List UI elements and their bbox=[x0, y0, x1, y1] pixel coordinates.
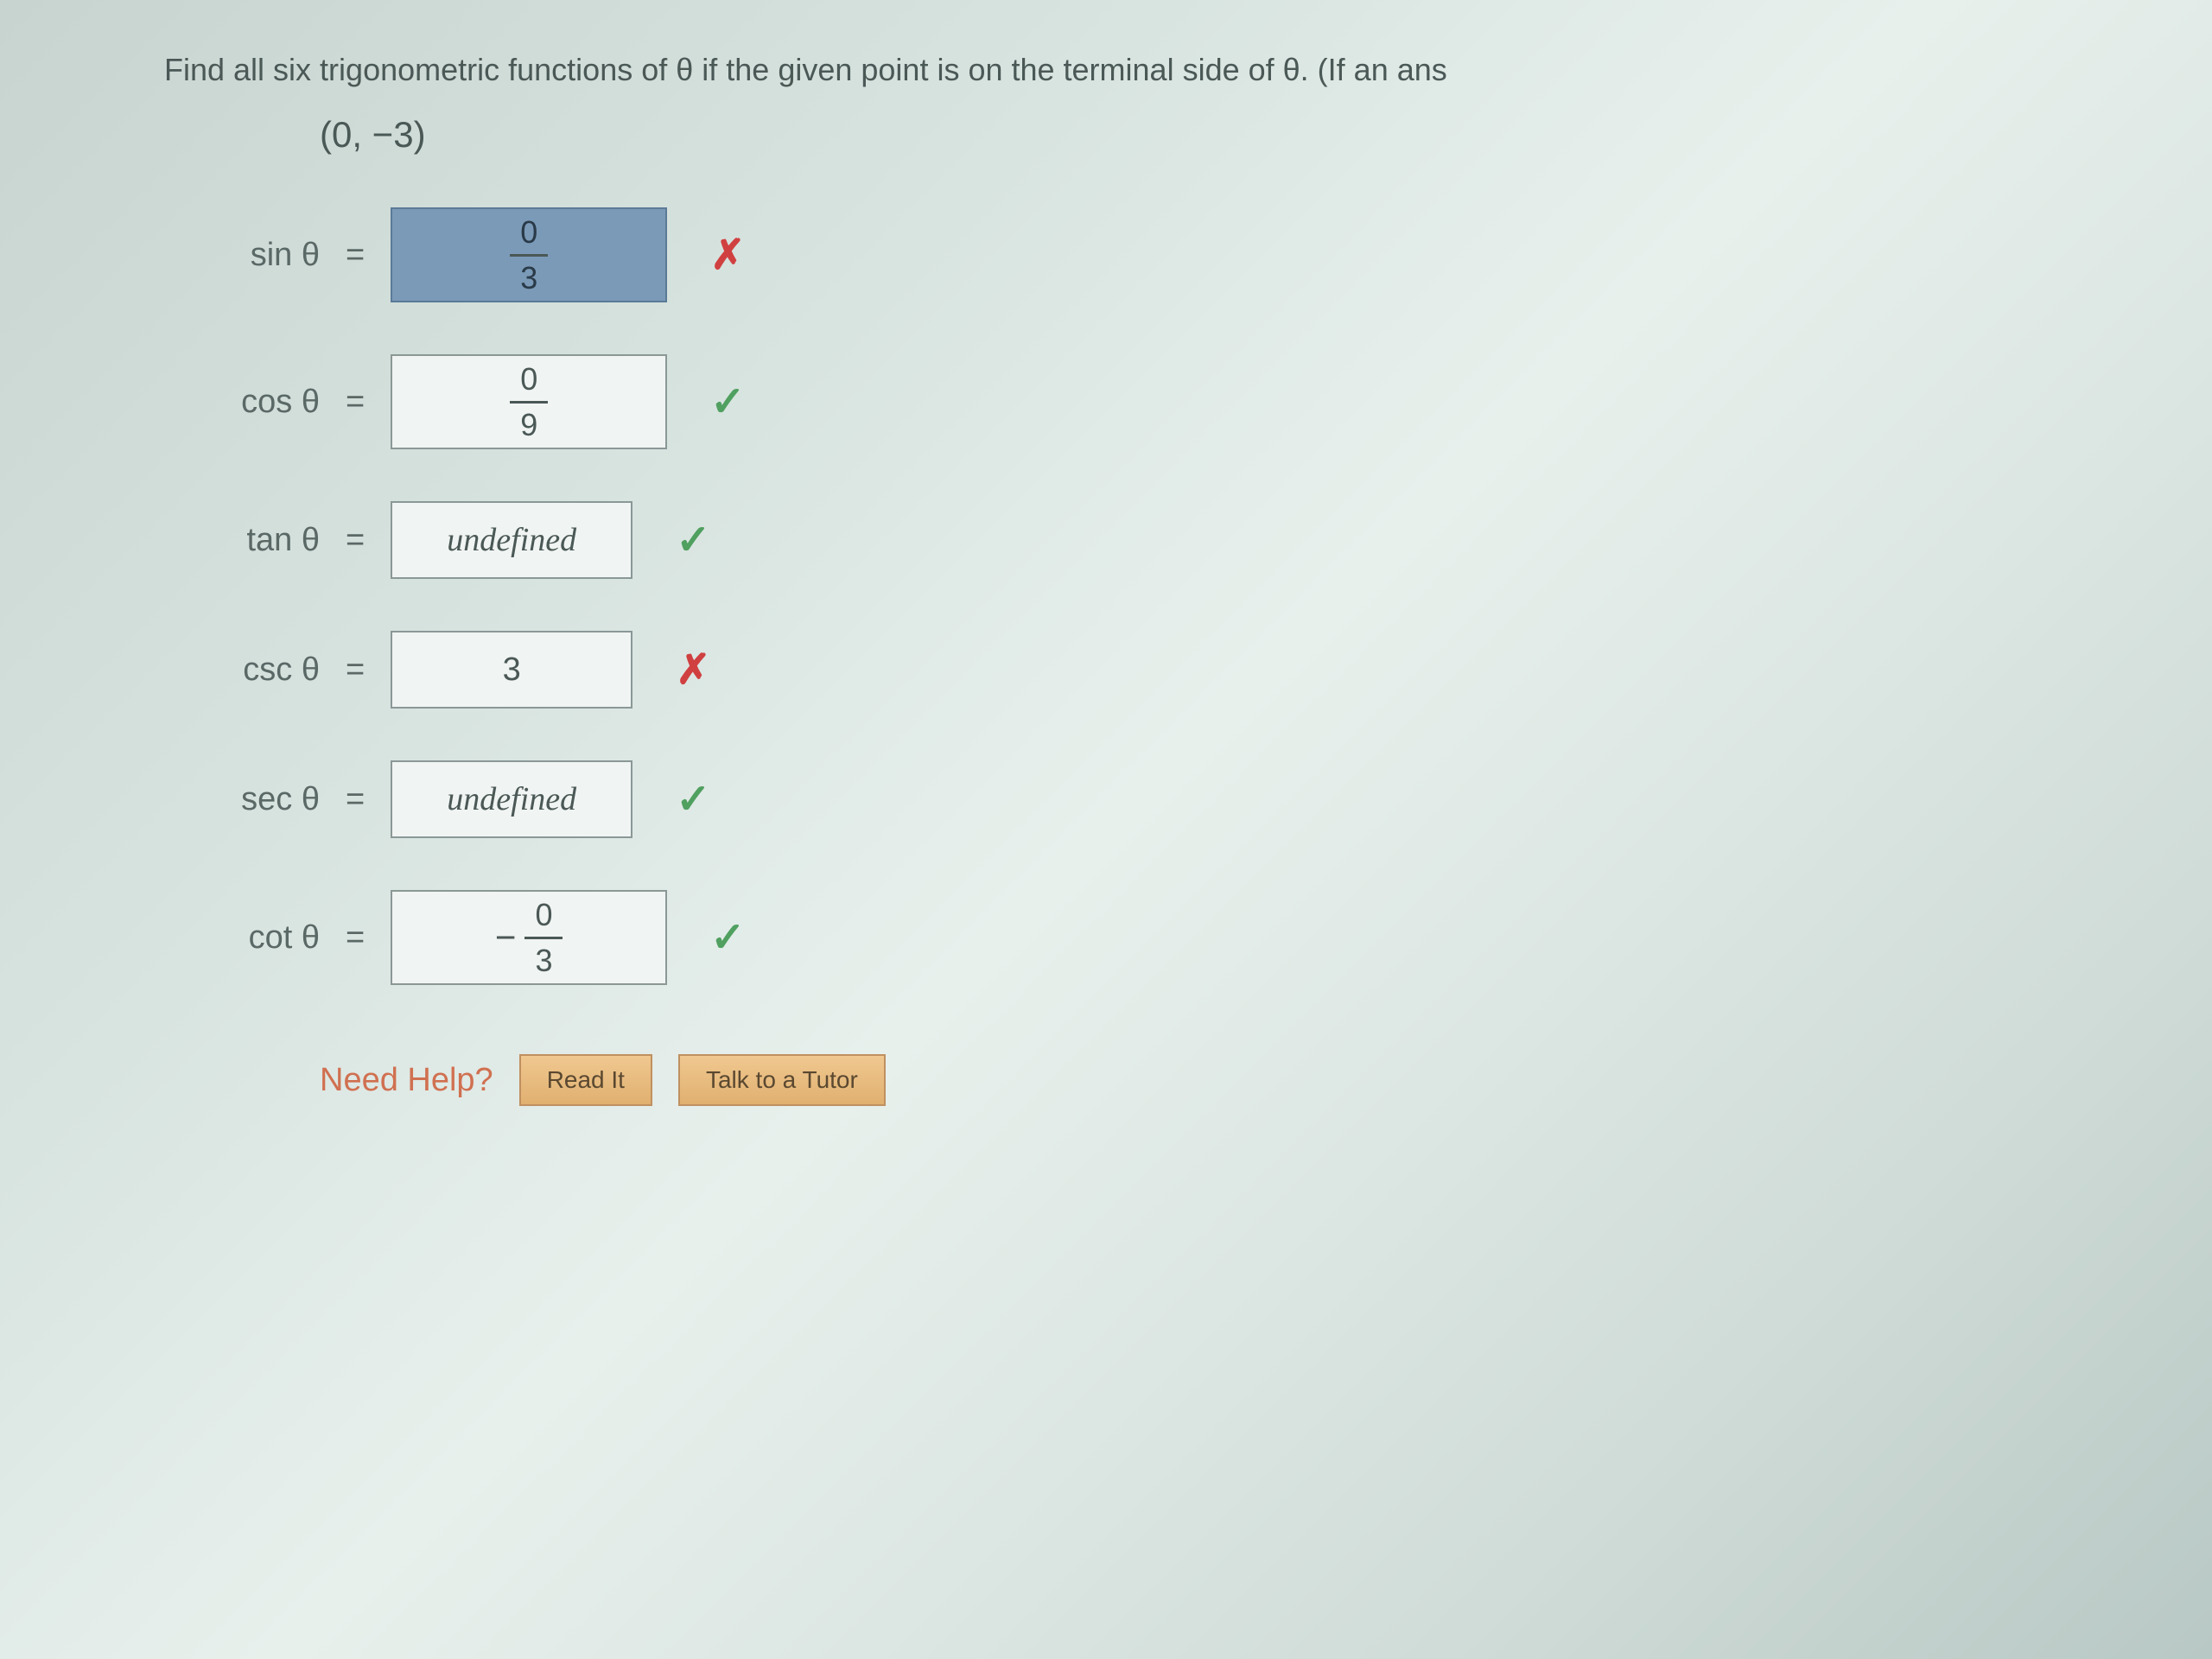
sec-value: undefined bbox=[447, 780, 576, 818]
check-icon: ✓ bbox=[676, 516, 710, 564]
tan-value: undefined bbox=[447, 521, 576, 559]
help-section: Need Help? Read It Talk to a Tutor bbox=[320, 1054, 2108, 1106]
cot-row: cot θ = − 0 3 ✓ bbox=[164, 890, 2108, 985]
talk-to-tutor-button[interactable]: Talk to a Tutor bbox=[678, 1054, 886, 1106]
cos-numerator: 0 bbox=[510, 361, 548, 404]
tan-label: tan θ bbox=[164, 522, 320, 559]
cot-fraction: 0 3 bbox=[524, 897, 563, 979]
question-text: Find all six trigonometric functions of … bbox=[164, 52, 2108, 88]
equals-sign: = bbox=[346, 522, 365, 559]
cot-neg-fraction: − 0 3 bbox=[495, 897, 563, 979]
check-icon: ✓ bbox=[676, 775, 710, 823]
tan-input[interactable]: undefined bbox=[391, 501, 632, 579]
given-point: (0, −3) bbox=[320, 114, 2108, 156]
sec-label: sec θ bbox=[164, 781, 320, 818]
csc-label: csc θ bbox=[164, 652, 320, 689]
csc-row: csc θ = 3 ✗ bbox=[164, 631, 2108, 709]
cos-input[interactable]: 0 9 bbox=[391, 354, 667, 449]
csc-value: 3 bbox=[503, 652, 521, 689]
equals-sign: = bbox=[346, 919, 365, 957]
negative-sign: − bbox=[495, 917, 517, 958]
x-icon: ✗ bbox=[676, 645, 710, 694]
cot-input[interactable]: − 0 3 bbox=[391, 890, 667, 985]
read-it-button[interactable]: Read It bbox=[519, 1054, 652, 1106]
check-icon: ✓ bbox=[710, 913, 745, 962]
equals-sign: = bbox=[346, 237, 365, 274]
equals-sign: = bbox=[346, 781, 365, 818]
check-icon: ✓ bbox=[710, 378, 745, 426]
equals-sign: = bbox=[346, 384, 365, 421]
sin-input[interactable]: 0 3 bbox=[391, 207, 667, 302]
sin-row: sin θ = 0 3 ✗ bbox=[164, 207, 2108, 302]
cot-label: cot θ bbox=[164, 919, 320, 957]
cot-numerator: 0 bbox=[524, 897, 563, 939]
help-label: Need Help? bbox=[320, 1062, 493, 1099]
csc-input[interactable]: 3 bbox=[391, 631, 632, 709]
sec-input[interactable]: undefined bbox=[391, 760, 632, 838]
equals-sign: = bbox=[346, 652, 365, 689]
tan-row: tan θ = undefined ✓ bbox=[164, 501, 2108, 579]
sec-row: sec θ = undefined ✓ bbox=[164, 760, 2108, 838]
sin-denominator: 3 bbox=[510, 257, 548, 296]
x-icon: ✗ bbox=[710, 231, 745, 279]
cot-denominator: 3 bbox=[524, 939, 563, 979]
sin-fraction: 0 3 bbox=[510, 214, 548, 296]
cos-denominator: 9 bbox=[510, 404, 548, 443]
cos-label: cos θ bbox=[164, 384, 320, 421]
cos-fraction: 0 9 bbox=[510, 361, 548, 443]
cos-row: cos θ = 0 9 ✓ bbox=[164, 354, 2108, 449]
sin-label: sin θ bbox=[164, 237, 320, 274]
sin-numerator: 0 bbox=[510, 214, 548, 257]
